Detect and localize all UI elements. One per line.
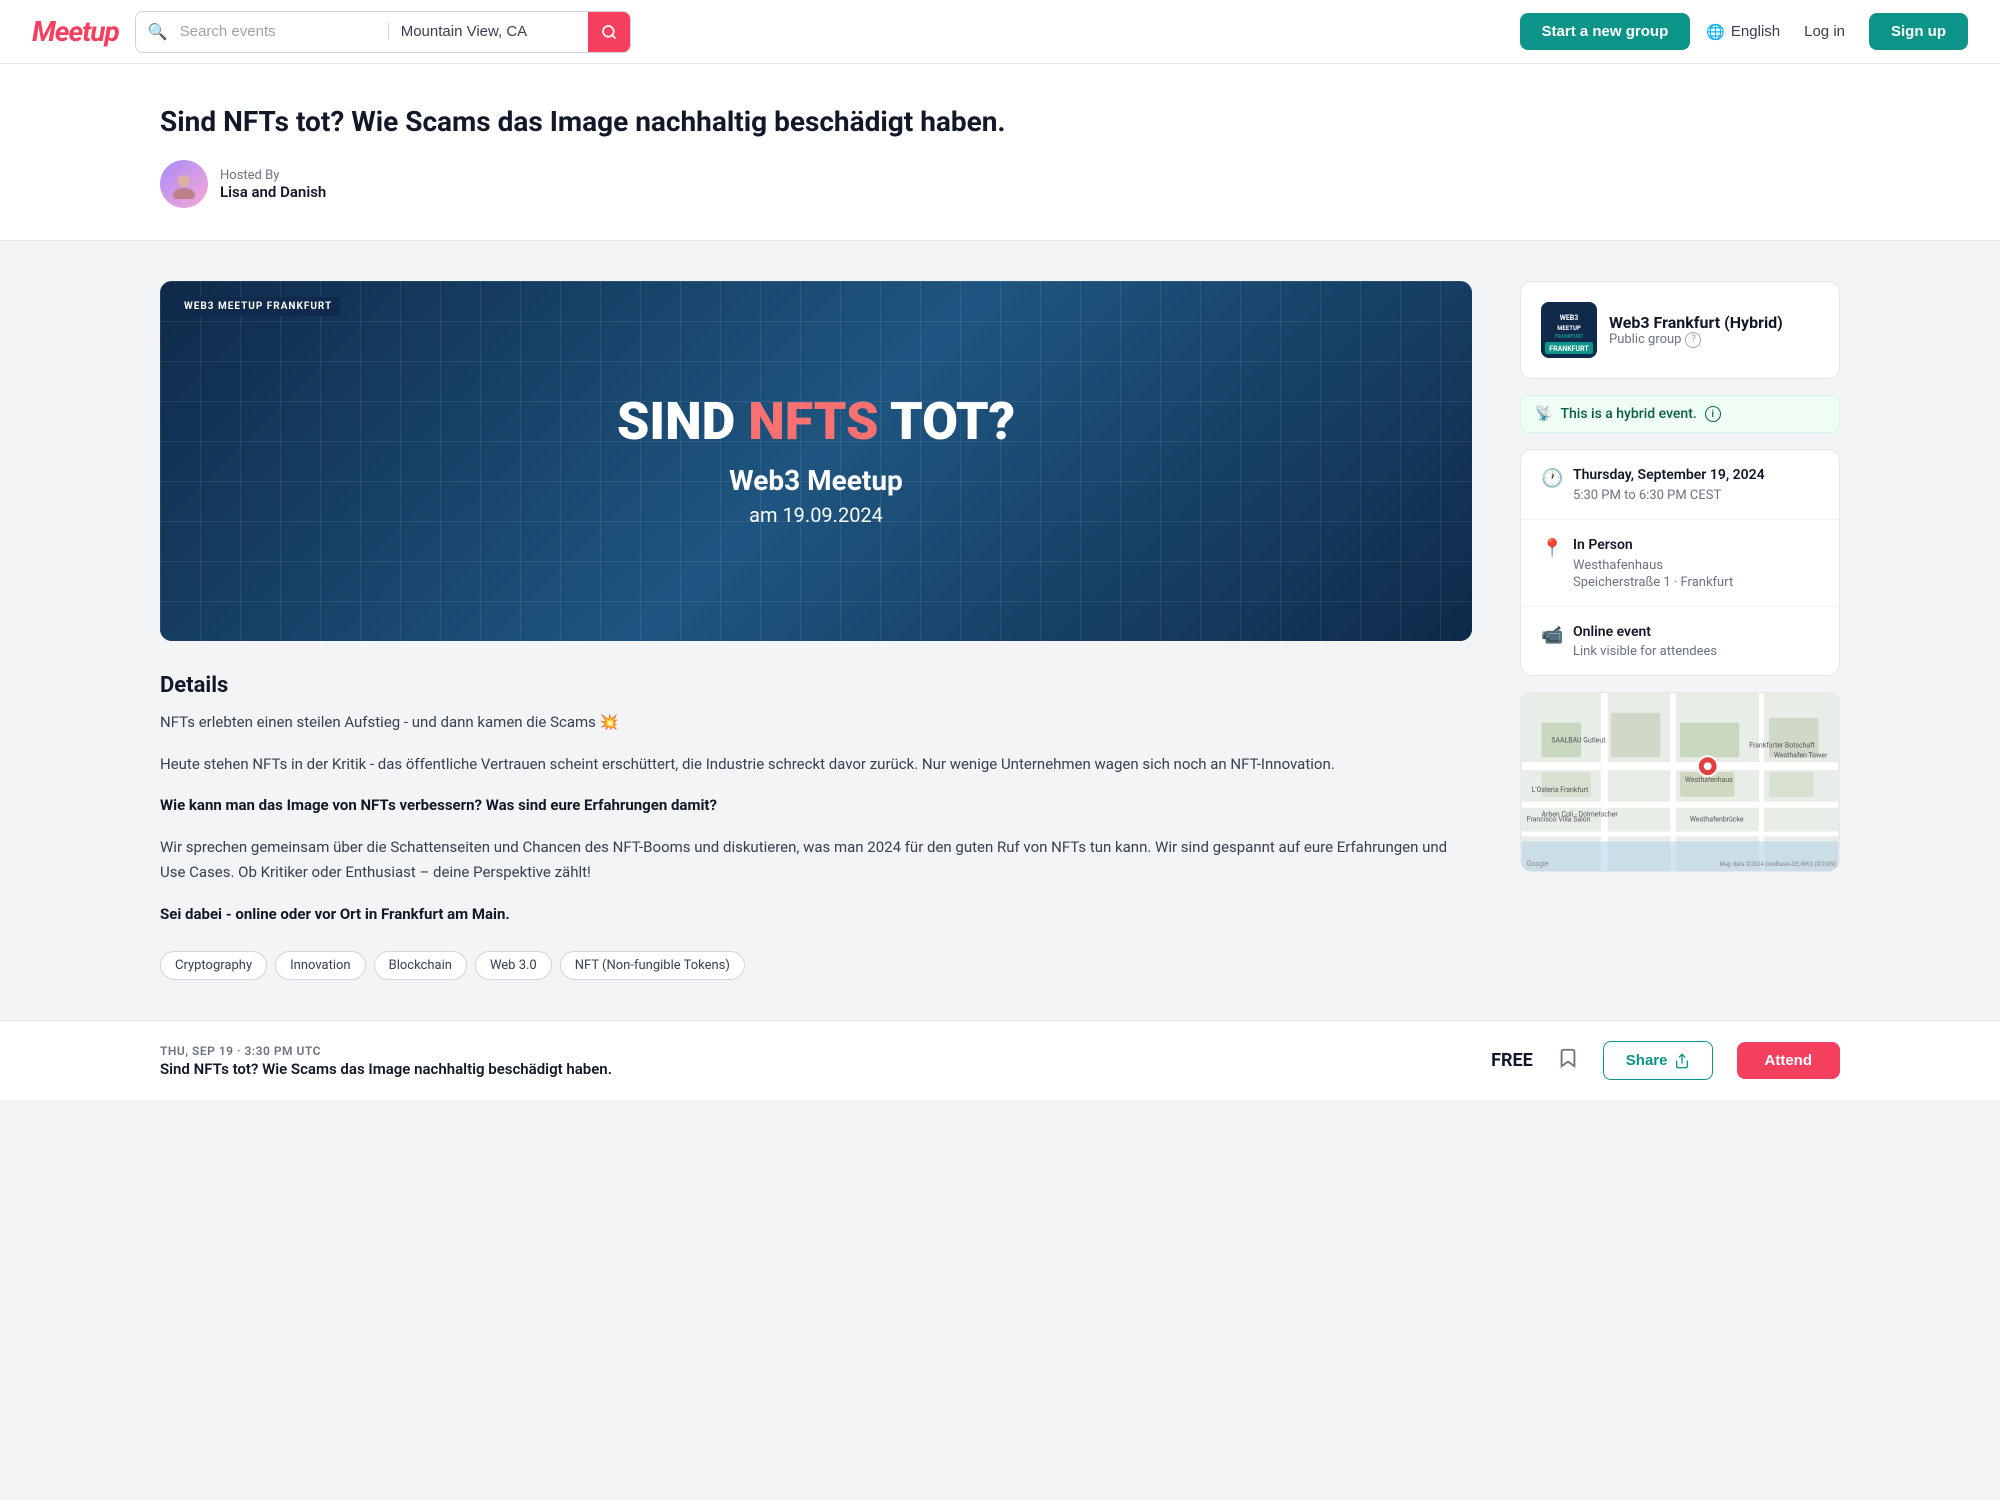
new-group-button[interactable]: Start a new group bbox=[1520, 13, 1691, 50]
search-icon: 🔍 bbox=[136, 22, 168, 41]
hybrid-icon: 📡 bbox=[1535, 406, 1552, 422]
search-bar: 🔍 bbox=[135, 11, 631, 53]
event-badge: WEB3 MEETUP FRANKFURT bbox=[176, 297, 340, 316]
map-container[interactable]: SAALBAU Gutleut Westhafenhaus Westhafen … bbox=[1520, 692, 1840, 872]
lang-label: English bbox=[1731, 23, 1780, 40]
signup-button[interactable]: Sign up bbox=[1869, 13, 1968, 50]
meetup-logo[interactable]: Meetup bbox=[32, 15, 119, 48]
svg-text:FRANKFURT: FRANKFURT bbox=[1555, 334, 1583, 340]
location-icon: 📍 bbox=[1541, 538, 1561, 559]
location-row: 📍 In Person Westhafenhaus Speicherstraße… bbox=[1521, 520, 1839, 607]
event-title-area: Sind NFTs tot? Wie Scams das Image nachh… bbox=[0, 64, 2000, 241]
online-row: 📹 Online event Link visible for attendee… bbox=[1521, 607, 1839, 676]
search-input[interactable] bbox=[168, 23, 388, 40]
svg-text:Westhafenbrücke: Westhafenbrücke bbox=[1690, 816, 1744, 824]
date-display: Thursday, September 19, 2024 bbox=[1573, 466, 1765, 486]
tag-web3[interactable]: Web 3.0 bbox=[475, 951, 552, 980]
group-card: WEB3 MEETUP FRANKFURT FRANKFURT Web3 Fra… bbox=[1520, 281, 1840, 379]
clock-icon: 🕐 bbox=[1541, 468, 1561, 489]
content-right: WEB3 MEETUP FRANKFURT FRANKFURT Web3 Fra… bbox=[1520, 281, 1840, 872]
login-button[interactable]: Log in bbox=[1796, 23, 1853, 40]
globe-icon: 🌐 bbox=[1706, 23, 1725, 41]
language-button[interactable]: 🌐 English bbox=[1706, 23, 1780, 41]
main-content: WEB3 MEETUP FRANKFURT SIND NFTS TOT? Web… bbox=[0, 241, 2000, 1020]
image-title: SIND NFTS TOT? bbox=[617, 396, 1015, 448]
avatar bbox=[160, 160, 208, 208]
img-title-highlight: NFTS bbox=[748, 391, 878, 452]
tag-blockchain[interactable]: Blockchain bbox=[374, 951, 467, 980]
host-name[interactable]: Lisa and Danish bbox=[220, 183, 326, 201]
content-left: WEB3 MEETUP FRANKFURT SIND NFTS TOT? Web… bbox=[160, 281, 1472, 980]
event-image: WEB3 MEETUP FRANKFURT SIND NFTS TOT? Web… bbox=[160, 281, 1472, 641]
hosted-by-label: Hosted By bbox=[220, 168, 326, 183]
hosted-by: Hosted By Lisa and Danish bbox=[160, 160, 1840, 208]
img-title-white2: TOT? bbox=[890, 391, 1015, 452]
date-row: 🕐 Thursday, September 19, 2024 5:30 PM t… bbox=[1521, 450, 1839, 520]
map-background: SAALBAU Gutleut Westhafenhaus Westhafen … bbox=[1521, 693, 1839, 871]
svg-text:Map data ©2024 GeoBasis-DE/BKG: Map data ©2024 GeoBasis-DE/BKG (©2009), … bbox=[1720, 861, 1839, 868]
footer-price: FREE bbox=[1491, 1050, 1533, 1071]
group-name: Web3 Frankfurt (Hybrid) bbox=[1609, 313, 1783, 332]
hybrid-badge: 📡 This is a hybrid event. i bbox=[1520, 395, 1840, 433]
event-details-card: 🕐 Thursday, September 19, 2024 5:30 PM t… bbox=[1520, 449, 1840, 676]
svg-text:L'Osteria Frankfurt: L'Osteria Frankfurt bbox=[1532, 786, 1589, 794]
time-display: 5:30 PM to 6:30 PM CEST bbox=[1573, 488, 1765, 503]
svg-text:Frankfurter Botschaft: Frankfurter Botschaft bbox=[1749, 742, 1815, 750]
img-title-white1: SIND bbox=[617, 391, 735, 452]
svg-text:Westhafenhaus: Westhafenhaus bbox=[1685, 776, 1733, 784]
details-heading: Details bbox=[160, 673, 1472, 698]
venue-name: Westhafenhaus bbox=[1573, 558, 1733, 573]
svg-text:FRANKFURT: FRANKFURT bbox=[1549, 345, 1589, 353]
hybrid-info-icon[interactable]: i bbox=[1705, 406, 1721, 422]
online-label: Online event bbox=[1573, 623, 1717, 643]
tag-nft[interactable]: NFT (Non-fungible Tokens) bbox=[560, 951, 745, 980]
share-label: Share bbox=[1626, 1052, 1668, 1069]
image-subtitle: Web3 Meetup bbox=[729, 464, 903, 497]
group-logo: WEB3 MEETUP FRANKFURT FRANKFURT bbox=[1541, 302, 1597, 358]
svg-text:Arben Coli - Dolmetscher: Arben Coli - Dolmetscher bbox=[1542, 811, 1619, 819]
details-bold-question: Wie kann man das Image von NFTs verbesse… bbox=[160, 793, 1472, 819]
video-icon: 📹 bbox=[1541, 625, 1561, 646]
tag-innovation[interactable]: Innovation bbox=[275, 951, 366, 980]
details-cta: Sei dabei - online oder vor Ort in Frank… bbox=[160, 902, 1472, 928]
location-type: In Person bbox=[1573, 536, 1733, 556]
group-type: Public group ? bbox=[1609, 332, 1783, 348]
event-title: Sind NFTs tot? Wie Scams das Image nachh… bbox=[160, 104, 1840, 140]
footer-bar: THU, SEP 19 · 3:30 PM UTC Sind NFTs tot?… bbox=[0, 1020, 2000, 1100]
svg-text:MEETUP: MEETUP bbox=[1557, 325, 1581, 332]
details-para2: Heute stehen NFTs in der Kritik - das öf… bbox=[160, 752, 1472, 778]
attend-button[interactable]: Attend bbox=[1737, 1042, 1841, 1079]
image-date: am 19.09.2024 bbox=[749, 503, 883, 527]
search-button[interactable] bbox=[588, 11, 630, 53]
share-button[interactable]: Share bbox=[1603, 1041, 1713, 1080]
footer-event-title: Sind NFTs tot? Wie Scams das Image nachh… bbox=[160, 1060, 1467, 1078]
grid-overlay bbox=[160, 281, 1472, 641]
save-button[interactable] bbox=[1557, 1047, 1579, 1075]
svg-text:WEB3: WEB3 bbox=[1560, 314, 1579, 322]
footer-date: THU, SEP 19 · 3:30 PM UTC bbox=[160, 1044, 1467, 1058]
location-input[interactable] bbox=[388, 23, 588, 40]
tag-cryptography[interactable]: Cryptography bbox=[160, 951, 267, 980]
details-para3: Wir sprechen gemeinsam über die Schatten… bbox=[160, 835, 1472, 886]
online-note: Link visible for attendees bbox=[1573, 644, 1717, 659]
tags-container: Cryptography Innovation Blockchain Web 3… bbox=[160, 951, 1472, 980]
venue-address: Speicherstraße 1 · Frankfurt bbox=[1573, 575, 1733, 590]
header: Meetup 🔍 Start a new group 🌐 English Log… bbox=[0, 0, 2000, 64]
svg-text:Westhafen Tower: Westhafen Tower bbox=[1774, 751, 1828, 759]
details-para1: NFTs erlebten einen steilen Aufstieg - u… bbox=[160, 710, 1472, 736]
svg-text:SAALBAU Gutleut: SAALBAU Gutleut bbox=[1551, 737, 1606, 745]
svg-text:Google: Google bbox=[1527, 860, 1549, 868]
hybrid-label: This is a hybrid event. bbox=[1560, 406, 1696, 422]
group-header: WEB3 MEETUP FRANKFURT FRANKFURT Web3 Fra… bbox=[1541, 302, 1819, 358]
group-info-icon[interactable]: ? bbox=[1685, 332, 1701, 348]
